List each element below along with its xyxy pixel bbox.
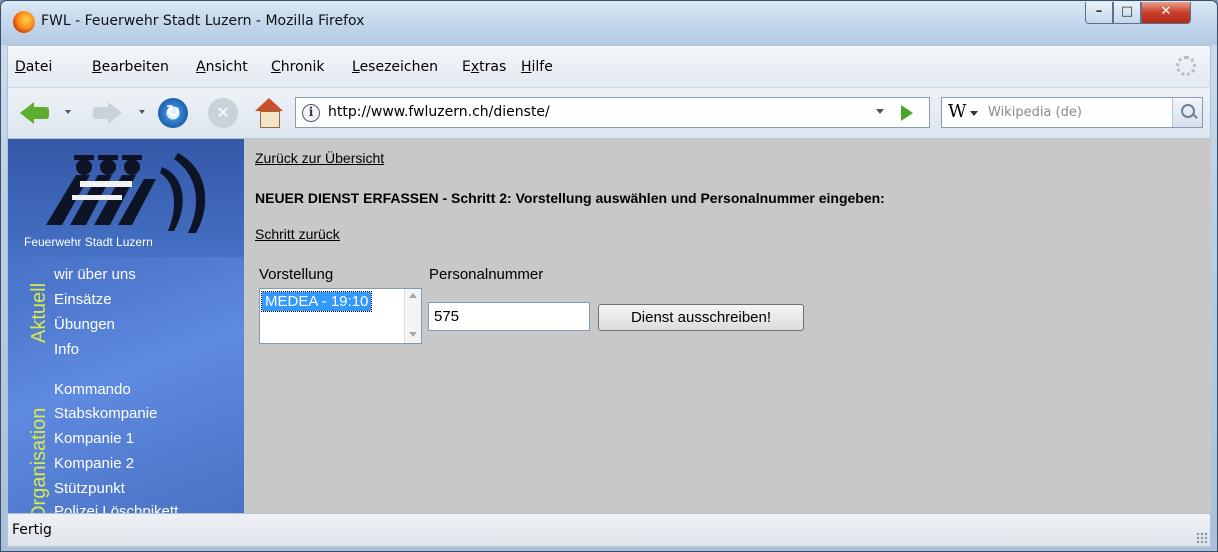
menu-label-part: nsicht — [205, 59, 248, 75]
page-heading: NEUER DIENST ERFASSEN - Schritt 2: Vorst… — [255, 190, 885, 206]
nav-link-stuetzpunkt[interactable]: Stützpunkt — [54, 480, 125, 497]
menu-accelerator: B — [92, 59, 102, 75]
stop-glyph: ✕ — [216, 103, 230, 122]
minimize-icon: – — [1095, 4, 1103, 19]
scroll-down-icon[interactable] — [409, 332, 417, 337]
nav-link-info[interactable]: Info — [54, 341, 79, 358]
section-label-aktuell: Aktuell — [28, 282, 50, 343]
home-icon[interactable] — [254, 98, 284, 128]
back-arrow-icon[interactable] — [20, 98, 50, 128]
menu-label-part: atei — [25, 59, 53, 75]
menu-label-part: hronik — [280, 59, 325, 75]
throbber-icon — [1176, 56, 1196, 76]
menu-chronik[interactable]: Chronik — [271, 59, 325, 75]
firefighters-logo-icon — [46, 153, 206, 233]
menu-ansicht[interactable]: Ansicht — [196, 59, 248, 75]
page-content: Feuerwehr Stadt Luzern Aktuell wir über … — [7, 139, 1211, 513]
menu-accelerator: x — [470, 59, 480, 75]
section-label-organisation: Organisation — [28, 407, 50, 513]
menu-label-part: tras — [479, 59, 507, 75]
menu-label-part: esezeichen — [359, 59, 438, 75]
status-bar: Fertig — [7, 513, 1211, 547]
menu-accelerator: H — [521, 59, 532, 75]
minimize-button[interactable]: – — [1085, 2, 1113, 24]
menu-label-part: ilfe — [531, 59, 553, 75]
close-button[interactable]: ✕ — [1141, 2, 1191, 24]
menu-accelerator: C — [271, 59, 281, 75]
nav-link-uebungen[interactable]: Übungen — [54, 316, 115, 333]
site-identity-glyph: i — [308, 105, 314, 119]
maximize-icon: □ — [1120, 4, 1134, 19]
navigation-toolbar: ↻ ✕ i http://www.fwluzern.ch/dienste/ W … — [7, 87, 1211, 139]
url-history-dropdown-icon[interactable] — [876, 109, 884, 114]
nav-link-kompanie-2[interactable]: Kompanie 2 — [54, 455, 134, 472]
reload-icon[interactable]: ↻ — [158, 98, 188, 128]
search-magnifier-icon[interactable] — [1172, 98, 1202, 127]
stop-icon[interactable]: ✕ — [208, 98, 238, 128]
listbox-scrollbar[interactable] — [404, 289, 421, 343]
forward-arrow-icon[interactable] — [93, 98, 123, 128]
status-text: Fertig — [12, 522, 52, 538]
menu-label-part: E — [462, 59, 471, 75]
close-icon: ✕ — [1160, 4, 1172, 19]
menu-hilfe[interactable]: Hilfe — [521, 59, 553, 75]
dienst-ausschreiben-button[interactable]: Dienst ausschreiben! — [598, 304, 804, 331]
nav-link-stabskompanie[interactable]: Stabskompanie — [54, 405, 157, 422]
menu-accelerator: A — [196, 59, 206, 75]
menu-datei[interactable]: Datei — [15, 59, 52, 75]
maximize-button[interactable]: □ — [1113, 2, 1141, 24]
vorstellung-listbox[interactable]: MEDEA - 19:10 — [259, 288, 422, 344]
menu-lesezeichen[interactable]: Lesezeichen — [352, 59, 438, 75]
engine-dropdown-icon — [970, 111, 978, 116]
nav-link-einsaetze[interactable]: Einsätze — [54, 291, 112, 308]
menu-label-part: earbeiten — [101, 59, 169, 75]
menu-bar: Datei Bearbeiten Ansicht Chronik Lesezeichen… — [7, 45, 1211, 87]
forward-history-dropdown-icon[interactable] — [139, 110, 145, 114]
wikipedia-glyph: W — [948, 101, 967, 122]
back-to-overview-link[interactable]: Zurück zur Übersicht — [255, 150, 384, 166]
nav-link-kompanie-1[interactable]: Kompanie 1 — [54, 430, 134, 447]
window-title: FWL - Feuerwehr Stadt Luzern - Mozilla F… — [41, 13, 365, 29]
menu-extras[interactable]: Extras — [462, 59, 506, 75]
resize-grip-icon[interactable] — [1196, 532, 1208, 544]
menu-accelerator: D — [15, 59, 26, 75]
search-bar[interactable]: W Wikipedia (de) — [941, 97, 1203, 128]
back-history-dropdown-icon[interactable] — [65, 110, 71, 114]
menu-accelerator: L — [352, 59, 360, 75]
vorstellung-option[interactable]: MEDEA - 19:10 — [260, 291, 373, 312]
scroll-up-icon[interactable] — [409, 293, 417, 298]
title-bar: FWL - Feuerwehr Stadt Luzern - Mozilla F… — [1, 1, 1217, 45]
site-logo[interactable]: Feuerwehr Stadt Luzern — [8, 139, 244, 257]
personalnummer-input[interactable] — [428, 302, 590, 331]
nav-link-wir-ueber-uns[interactable]: wir über uns — [54, 266, 136, 283]
firefox-icon — [13, 11, 35, 33]
personalnummer-label: Personalnummer — [429, 266, 544, 283]
reload-glyph: ↻ — [165, 102, 181, 122]
search-input[interactable]: Wikipedia (de) — [988, 105, 1082, 120]
menu-bearbeiten[interactable]: Bearbeiten — [92, 59, 169, 75]
url-text[interactable]: http://www.fwluzern.ch/dienste/ — [328, 104, 550, 120]
site-sidebar: Feuerwehr Stadt Luzern Aktuell wir über … — [8, 139, 244, 513]
step-back-link[interactable]: Schritt zurück — [255, 226, 340, 242]
url-bar[interactable]: i http://www.fwluzern.ch/dienste/ — [295, 97, 930, 128]
nav-link-polizei-loeschpikett[interactable]: Polizei Löschpikett — [54, 503, 178, 513]
nav-link-kommando[interactable]: Kommando — [54, 381, 131, 398]
browser-window: FWL - Feuerwehr Stadt Luzern - Mozilla F… — [0, 0, 1218, 552]
site-identity-icon[interactable]: i — [302, 104, 320, 122]
vorstellung-label: Vorstellung — [259, 266, 334, 283]
site-name: Feuerwehr Stadt Luzern — [24, 235, 153, 249]
wikipedia-icon[interactable]: W — [944, 101, 978, 125]
main-content: Zurück zur Übersicht NEUER DIENST ERFASS… — [244, 139, 1211, 513]
go-arrow-icon[interactable] — [901, 105, 913, 121]
